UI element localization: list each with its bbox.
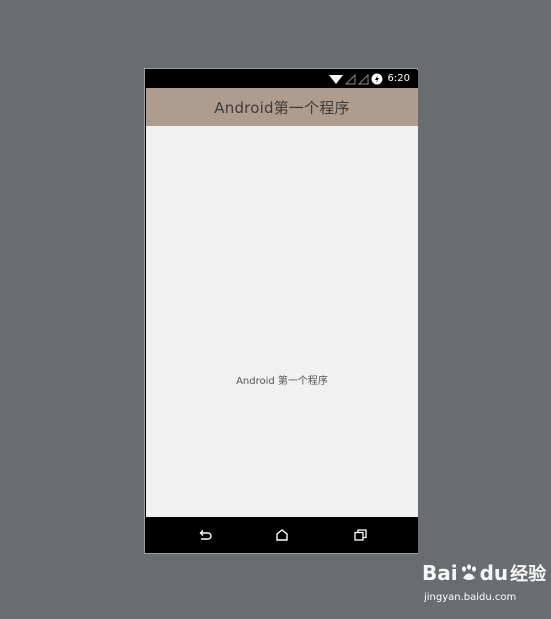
status-time: 6:20 (387, 73, 410, 84)
logo-text-bai: Bai (422, 561, 458, 585)
logo-text-du: du (479, 561, 509, 585)
navigation-bar (146, 517, 418, 553)
home-icon (276, 529, 288, 541)
baidu-logo: Bai du 经验 (422, 560, 546, 586)
home-button[interactable] (272, 525, 292, 545)
signal-icon (357, 73, 369, 84)
logo-text-jingyan: 经验 (510, 564, 547, 585)
status-icons: 6:20 (328, 70, 410, 88)
hello-text: Android 第一个程序 (236, 376, 328, 387)
battery-charging-icon (371, 73, 383, 85)
status-bar: 6:20 (146, 70, 418, 88)
wifi-icon (328, 74, 343, 84)
content-area: Android 第一个程序 (146, 126, 418, 517)
back-icon (199, 530, 212, 540)
baidu-jingyan-watermark: Bai du 经验 jingyan.baidu.com (422, 560, 547, 610)
recent-apps-icon (353, 529, 367, 541)
app-bar: Android第一个程序 (146, 88, 418, 126)
signal-icon (344, 73, 356, 84)
recent-apps-button[interactable] (350, 525, 370, 545)
paw-icon (461, 564, 476, 580)
back-button[interactable] (195, 525, 215, 545)
watermark-url: jingyan.baidu.com (424, 592, 517, 603)
device-frame: 6:20 Android第一个程序 Android 第一个程序 (144, 68, 418, 554)
app-title: Android第一个程序 (214, 98, 350, 117)
